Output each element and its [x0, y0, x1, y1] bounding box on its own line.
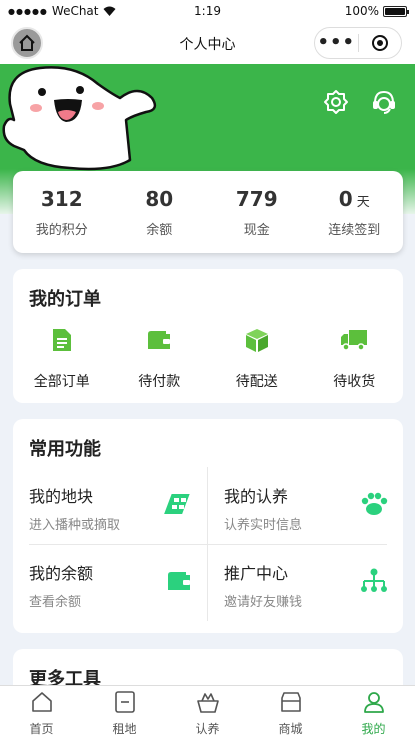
stat-label: 连续签到 — [328, 223, 381, 238]
stat-value: 80 — [145, 187, 174, 211]
settings-icon[interactable] — [322, 88, 350, 116]
functions-grid: 我的地块 进入播种或摘取 我的认养 认养实时信息 我的余额 查看余额 推广中心 … — [13, 467, 403, 621]
stat-value: 779 — [235, 187, 278, 211]
func-name: 我的余额 — [29, 564, 94, 583]
orders-title: 我的订单 — [29, 289, 101, 310]
status-bar: ●●●●● WeChat 1:19 100% — [0, 0, 415, 24]
stat-balance[interactable]: 80 余额 — [111, 171, 209, 253]
func-desc: 查看余额 — [29, 595, 82, 610]
wallet-icon — [168, 572, 190, 590]
stat-label: 现金 — [243, 223, 270, 238]
stat-label: 我的积分 — [35, 223, 88, 238]
target-icon — [371, 35, 388, 51]
customer-service-icon[interactable] — [370, 88, 398, 116]
order-to-ship[interactable]: 待配送 — [208, 325, 306, 391]
more-button[interactable]: ••• — [315, 34, 358, 52]
tab-label: 租地 — [112, 722, 137, 735]
func-desc: 进入播种或摘取 — [29, 518, 121, 533]
truck-icon — [341, 330, 368, 351]
order-label: 待付款 — [138, 374, 181, 390]
stat-value: 0天 — [338, 187, 370, 211]
basket-icon — [196, 693, 219, 713]
avatar[interactable] — [0, 64, 165, 174]
battery-icon — [383, 5, 409, 17]
wallet-icon — [148, 331, 171, 349]
tab-adopt[interactable]: 认养 — [166, 686, 249, 735]
func-desc: 邀请好友赚钱 — [224, 595, 303, 610]
status-right: 100% — [344, 4, 409, 18]
stat-checkin[interactable]: 0天 连续签到 — [306, 171, 404, 253]
tab-label: 商城 — [278, 722, 303, 735]
battery-label: 100% — [344, 4, 379, 18]
network-icon — [361, 568, 387, 592]
func-my-adoption[interactable]: 我的认养 认养实时信息 — [208, 467, 403, 544]
document-icon — [52, 329, 71, 351]
capsule-menu: ••• — [314, 27, 402, 59]
box-icon — [245, 329, 268, 352]
tab-shop[interactable]: 商城 — [249, 686, 332, 735]
close-button[interactable] — [359, 34, 402, 52]
order-label: 待收货 — [333, 374, 376, 390]
functions-card: 常用功能 我的地块 进入播种或摘取 我的认养 认养实时信息 我的余额 查看余额 — [13, 419, 403, 633]
order-to-receive[interactable]: 待收货 — [306, 325, 404, 391]
order-unpaid[interactable]: 待付款 — [111, 325, 209, 391]
orders-card: 我的订单 全部订单 待付款 待配送 待收货 — [13, 269, 403, 403]
nav-bar: 个人中心 ••• — [0, 24, 415, 64]
func-name: 我的地块 — [29, 487, 94, 506]
tab-home[interactable]: 首页 — [0, 686, 83, 735]
user-icon — [363, 692, 384, 713]
rent-icon — [114, 691, 135, 713]
stats-card: 312 我的积分 80 余额 779 现金 0天 连续签到 — [13, 171, 403, 253]
tab-label: 我的 — [361, 722, 386, 735]
func-name: 我的认养 — [224, 487, 289, 506]
paw-icon — [361, 492, 388, 515]
func-desc: 认养实时信息 — [224, 518, 303, 533]
tab-bar: 首页 租地 认养 商城 我的 — [0, 685, 415, 735]
tab-label: 认养 — [195, 722, 220, 735]
field-icon — [164, 494, 190, 514]
func-promotion-center[interactable]: 推广中心 邀请好友赚钱 — [208, 544, 403, 621]
func-my-field[interactable]: 我的地块 进入播种或摘取 — [13, 467, 208, 544]
home-icon — [31, 692, 52, 712]
shop-icon — [280, 692, 301, 712]
order-label: 待配送 — [235, 374, 278, 390]
stat-cash[interactable]: 779 现金 — [208, 171, 306, 253]
func-name: 推广中心 — [224, 564, 289, 583]
stat-points[interactable]: 312 我的积分 — [13, 171, 111, 253]
order-label: 全部订单 — [33, 374, 90, 390]
tab-rent[interactable]: 租地 — [83, 686, 166, 735]
stat-label: 余额 — [146, 223, 173, 238]
order-row: 全部订单 待付款 待配送 待收货 — [13, 325, 403, 391]
stat-value: 312 — [40, 187, 83, 211]
tab-label: 首页 — [29, 722, 54, 735]
order-all[interactable]: 全部订单 — [13, 325, 111, 391]
func-my-balance[interactable]: 我的余额 查看余额 — [13, 544, 208, 621]
functions-title: 常用功能 — [29, 439, 101, 460]
tab-mine[interactable]: 我的 — [332, 686, 415, 735]
stat-unit: 天 — [356, 195, 370, 210]
